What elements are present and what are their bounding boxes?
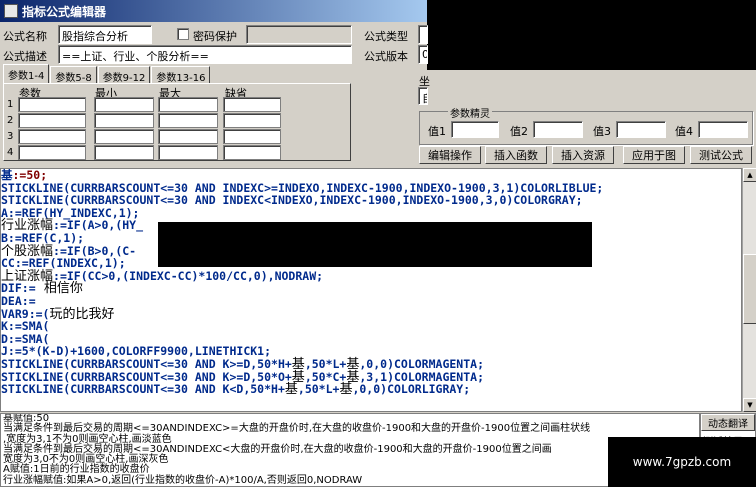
param-min-input[interactable] (94, 145, 154, 160)
param-default-input[interactable] (223, 97, 281, 112)
param-row-number: 3 (7, 131, 14, 142)
formula-name-input[interactable]: 股指综合分析 (58, 25, 152, 44)
param-max-input[interactable] (158, 113, 218, 128)
param-name-input[interactable] (18, 97, 86, 112)
value4-input[interactable] (698, 121, 748, 138)
description-line: 行业涨幅赋值:如果A>0,返回(行业指数的收盘价-A)*100/A,否则返回0,… (3, 474, 363, 486)
param-min-input[interactable] (94, 97, 154, 112)
code-token: ,50*L+ (297, 382, 340, 397)
formula-type-select[interactable] (418, 25, 428, 44)
tab-params-9-12[interactable]: 参数9-12 (97, 66, 151, 84)
param-min-input[interactable] (94, 129, 154, 144)
formula-desc-label: 公式描述 (3, 50, 47, 63)
watermark-overlay: www.7gpzb.com (608, 437, 756, 487)
code-line[interactable]: DIF:= 相信你 (1, 282, 741, 295)
param-wizard-group: 参数精灵 值1 值2 值3 值4 (419, 105, 753, 145)
redaction-block-top (427, 0, 756, 70)
code-line[interactable]: 上证涨幅:=IF(CC>0,(INDEXC-CC)*100/CC,0),NODR… (1, 268, 741, 283)
param-default-input[interactable] (223, 129, 281, 144)
param-default-input[interactable] (223, 145, 281, 160)
code-token: 基 (339, 382, 353, 398)
code-token: ,0,0)COLORLIGRAY; (352, 382, 471, 397)
formula-type-label: 公式类型 (364, 30, 408, 43)
param-max-input[interactable] (158, 97, 218, 112)
param-name-input[interactable] (18, 145, 86, 160)
value1-label: 值1 (428, 125, 446, 138)
value2-label: 值2 (510, 125, 528, 138)
insert-resource-button[interactable]: 插入资源 (552, 146, 614, 164)
code-line[interactable]: K:=SMA( (1, 320, 741, 333)
param-row-number: 4 (7, 147, 14, 158)
code-token: 基 (284, 382, 298, 398)
value3-input[interactable] (616, 121, 666, 138)
editor-vertical-scrollbar[interactable]: ▲ ▼ (742, 168, 756, 412)
apply-to-chart-button[interactable]: 应用于图 (623, 146, 685, 164)
password-input (246, 25, 352, 44)
redaction-block-code (158, 222, 592, 267)
axis-select[interactable]: 自 (418, 87, 428, 105)
value3-label: 值3 (593, 125, 611, 138)
formula-code-editor[interactable]: 基:=50; STICKLINE(CURRBARSCOUNT<=30 AND IN… (0, 168, 742, 412)
app-icon (4, 4, 18, 18)
code-token: 相信你 (35, 281, 83, 297)
param-wizard-title: 参数精灵 (448, 105, 492, 120)
code-line[interactable]: STICKLINE(CURRBARSCOUNT<=30 AND K<D,50*H… (1, 383, 741, 396)
formula-description-panel: 基赋值:50 当满足条件到最后交易的周期<=30ANDINDEXC>=大盘的开盘价… (0, 413, 700, 487)
param-max-input[interactable] (158, 129, 218, 144)
param-table-panel: 参数 最小 最大 缺省 1 2 3 4 (3, 83, 351, 161)
tab-params-5-8[interactable]: 参数5-8 (50, 66, 97, 84)
value1-input[interactable] (451, 121, 499, 138)
code-token: :=IF(CC>0,(INDEXC-CC)*100/CC,0),NODRAW; (53, 268, 324, 283)
scroll-down-icon[interactable]: ▼ (743, 398, 756, 412)
edit-operation-button[interactable]: 编辑操作 (419, 146, 481, 164)
scroll-up-icon[interactable]: ▲ (743, 168, 756, 182)
password-label: 密码保护 (193, 30, 237, 43)
test-formula-button[interactable]: 测试公式 (690, 146, 752, 164)
scroll-thumb[interactable] (743, 254, 756, 324)
window-title: 指标公式编辑器 (22, 4, 107, 19)
tab-params-13-16[interactable]: 参数13-16 (151, 66, 211, 84)
password-checkbox[interactable] (177, 28, 189, 40)
param-row-number: 2 (7, 115, 14, 126)
title-bar: 指标公式编辑器 (0, 0, 430, 22)
param-row-number: 1 (7, 99, 14, 110)
formula-desc-input[interactable]: ==上证、行业、个股分析== (58, 45, 352, 64)
param-name-input[interactable] (18, 113, 86, 128)
param-tabs: 参数1-4 参数5-8 参数9-12 参数13-16 (3, 64, 211, 84)
formula-version-label: 公式版本 (364, 50, 408, 63)
code-token: STICKLINE(CURRBARSCOUNT<=30 AND K<D,50*H… (1, 382, 285, 397)
value4-label: 值4 (675, 125, 693, 138)
value2-input[interactable] (533, 121, 583, 138)
tab-params-1-4[interactable]: 参数1-4 (3, 64, 50, 83)
code-line[interactable]: VAR9:=(玩的比我好 (1, 306, 741, 322)
formula-version-input[interactable]: 0 (418, 45, 428, 64)
param-min-input[interactable] (94, 113, 154, 128)
dynamic-translate-button[interactable]: 动态翻译 (701, 414, 755, 431)
code-token: 玩的比我好 (49, 306, 115, 322)
param-max-input[interactable] (158, 145, 218, 160)
formula-name-label: 公式名称 (3, 30, 47, 43)
param-name-input[interactable] (18, 129, 86, 144)
param-default-input[interactable] (223, 113, 281, 128)
insert-function-button[interactable]: 插入函数 (485, 146, 547, 164)
